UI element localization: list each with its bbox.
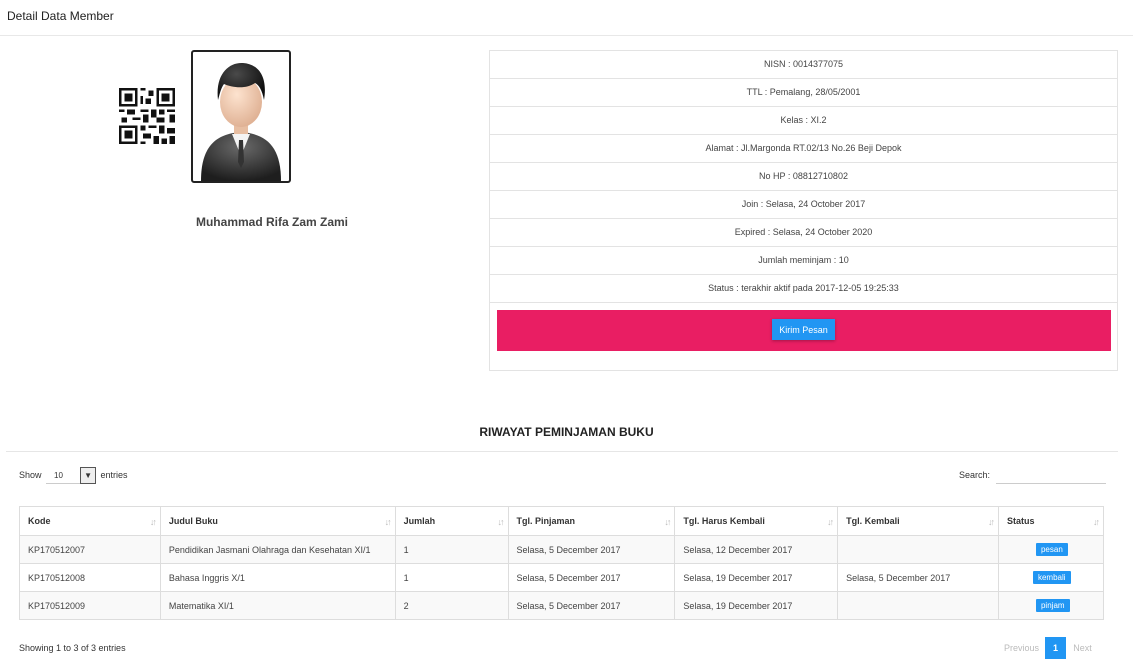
- status-badge: kembali: [1032, 571, 1071, 584]
- column-header-kode[interactable]: Kode ↓↑: [19, 506, 161, 536]
- member-info-card: NISN : 0014377075 TTL : Pemalang, 28/05/…: [489, 50, 1118, 371]
- cell-tgl-harus-kembali: Selasa, 19 December 2017: [674, 563, 839, 592]
- entries-label: entries: [100, 470, 128, 480]
- table-search: Search:: [959, 466, 1106, 485]
- cell-tgl-kembali: [837, 591, 999, 620]
- message-action-bar: Kirim Pesan: [497, 310, 1111, 351]
- cell-status: pesan: [997, 535, 1105, 564]
- section-divider: [6, 451, 1118, 452]
- next-page-button[interactable]: Next: [1066, 637, 1099, 659]
- cell-kode: KP170512009: [19, 591, 161, 620]
- cell-kode: KP170512008: [19, 563, 161, 592]
- cell-judul-buku: Bahasa Inggris X/1: [159, 563, 396, 592]
- sort-icon: ↓↑: [384, 517, 392, 527]
- pagination: Previous 1 Next: [998, 637, 1099, 659]
- history-section-title: RIWAYAT PEMINJAMAN BUKU: [479, 425, 654, 439]
- cell-tgl-pinjaman: Selasa, 5 December 2017: [507, 563, 676, 592]
- cell-tgl-kembali: Selasa, 5 December 2017: [837, 563, 999, 592]
- user-avatar-icon: [201, 62, 281, 181]
- column-header-jumlah[interactable]: Jumlah ↓↑: [394, 506, 509, 536]
- sort-icon: ↓↑: [664, 517, 671, 527]
- table-row: KP170512008 Bahasa Inggris X/1 1 Selasa,…: [19, 563, 1105, 592]
- page-header: Detail Data Member: [0, 0, 1133, 36]
- entries-per-page-select[interactable]: 10 ▼: [46, 467, 97, 485]
- entries-length-control: Show 10 ▼ entries: [19, 466, 128, 485]
- info-ttl: TTL : Pemalang, 28/05/2001: [490, 79, 1117, 107]
- cell-jumlah: 1: [394, 535, 509, 564]
- sort-icon: ↓↑: [1093, 517, 1100, 527]
- table-row: KP170512009 Matematika XI/1 2 Selasa, 5 …: [19, 591, 1105, 620]
- column-header-judul-buku[interactable]: Judul Buku ↓↑: [159, 506, 396, 536]
- previous-page-button[interactable]: Previous: [998, 637, 1045, 659]
- table-info: Showing 1 to 3 of 3 entries: [19, 643, 126, 653]
- table-header-row: Kode ↓↑ Judul Buku ↓↑ Jumlah ↓↑ Tgl. Pinjam…: [19, 506, 1105, 536]
- info-jumlah-meminjam: Jumlah meminjam : 10: [490, 247, 1117, 275]
- info-kelas: Kelas : XI.2: [490, 107, 1117, 135]
- search-label: Search:: [959, 470, 991, 480]
- member-name: Muhammad Rifa Zam Zami: [195, 215, 349, 229]
- info-join: Join : Selasa, 24 October 2017: [490, 191, 1117, 219]
- page-title: Detail Data Member: [7, 9, 114, 23]
- cell-tgl-harus-kembali: Selasa, 19 December 2017: [674, 591, 839, 620]
- cell-judul-buku: Pendidikan Jasmani Olahraga dan Kesehata…: [159, 535, 396, 564]
- page-1-button[interactable]: 1: [1045, 637, 1066, 659]
- qr-code-icon: [119, 88, 175, 144]
- cell-tgl-pinjaman: Selasa, 5 December 2017: [507, 535, 676, 564]
- cell-tgl-kembali: [837, 535, 999, 564]
- avatar: [191, 50, 291, 183]
- info-nisn: NISN : 0014377075: [490, 51, 1117, 79]
- table-row: KP170512007 Pendidikan Jasmani Olahraga …: [19, 535, 1105, 564]
- search-input[interactable]: [995, 467, 1106, 485]
- show-label: Show: [19, 470, 42, 480]
- status-badge: pinjam: [1035, 599, 1070, 612]
- entries-per-page-value: 10: [54, 471, 63, 481]
- sort-icon: ↓↑: [497, 517, 505, 527]
- history-table: Kode ↓↑ Judul Buku ↓↑ Jumlah ↓↑ Tgl. Pinjam…: [19, 506, 1105, 620]
- cell-kode: KP170512007: [19, 535, 161, 564]
- info-no-hp: No HP : 08812710802: [490, 163, 1117, 191]
- column-header-tgl-harus-kembali[interactable]: Tgl. Harus Kembali ↓↑: [674, 506, 839, 536]
- send-message-button[interactable]: Kirim Pesan: [772, 319, 835, 340]
- status-badge: pesan: [1035, 543, 1068, 556]
- column-header-status[interactable]: Status ↓↑: [997, 506, 1105, 536]
- cell-tgl-harus-kembali: Selasa, 12 December 2017: [674, 535, 839, 564]
- sort-icon: ↓↑: [987, 517, 995, 527]
- cell-status: kembali: [997, 563, 1105, 592]
- info-alamat: Alamat : Jl.Margonda RT.02/13 No.26 Beji…: [490, 135, 1117, 163]
- column-header-tgl-pinjaman[interactable]: Tgl. Pinjaman ↓↑: [507, 506, 676, 536]
- cell-tgl-pinjaman: Selasa, 5 December 2017: [507, 591, 676, 620]
- info-expired: Expired : Selasa, 24 October 2020: [490, 219, 1117, 247]
- cell-jumlah: 1: [394, 563, 509, 592]
- sort-icon: ↓↑: [827, 517, 834, 527]
- info-status: Status : terakhir aktif pada 2017-12-05 …: [490, 275, 1117, 303]
- cell-judul-buku: Matematika XI/1: [159, 591, 396, 620]
- chevron-down-icon[interactable]: ▼: [80, 467, 97, 485]
- cell-jumlah: 2: [394, 591, 509, 620]
- column-header-tgl-kembali[interactable]: Tgl. Kembali ↓↑: [837, 506, 999, 536]
- sort-asc-icon: ↓↑: [149, 517, 157, 527]
- cell-status: pinjam: [997, 591, 1105, 620]
